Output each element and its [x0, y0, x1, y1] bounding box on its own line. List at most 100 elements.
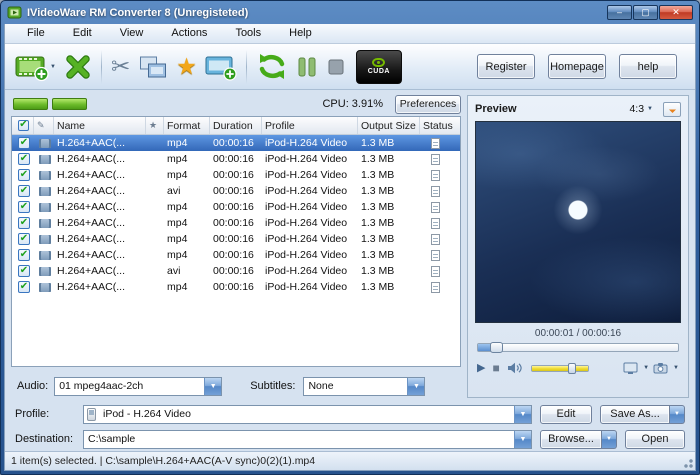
file-duration: 00:00:16 — [210, 231, 262, 247]
row-checkbox[interactable]: ✔ — [18, 153, 30, 165]
table-row[interactable]: ✔ H.264+AAC(... mp4 00:00:16 iPod-H.264 … — [12, 279, 460, 295]
row-checkbox[interactable]: ✔ — [18, 265, 30, 277]
save-as-button[interactable]: Save As... — [600, 405, 670, 424]
homepage-button[interactable]: Homepage — [548, 54, 606, 79]
add-clip-button[interactable] — [201, 47, 241, 87]
dropdown-icon[interactable]: ▼ — [204, 378, 221, 395]
convert-button[interactable] — [252, 47, 292, 87]
table-row[interactable]: ✔ H.264+AAC(... mp4 00:00:16 iPod-H.264 … — [12, 231, 460, 247]
pause-icon — [296, 55, 318, 79]
row-checkbox[interactable]: ✔ — [18, 169, 30, 181]
row-checkbox[interactable]: ✔ — [18, 233, 30, 245]
resize-grip[interactable] — [682, 457, 693, 468]
table-row[interactable]: ✔ H.264+AAC(... mp4 00:00:16 iPod-H.264 … — [12, 167, 460, 183]
file-profile: iPod-H.264 Video — [262, 279, 358, 295]
snapshot-camera-icon[interactable] — [653, 362, 668, 374]
file-name: H.264+AAC(... — [54, 199, 146, 215]
browse-button[interactable]: Browse... — [540, 430, 602, 449]
menu-view[interactable]: View — [106, 25, 158, 42]
row-type-cell — [34, 183, 54, 199]
media-type-icon — [39, 219, 51, 228]
add-video-button[interactable]: ▼ — [11, 47, 60, 87]
row-checkbox[interactable]: ✔ — [18, 185, 30, 197]
table-row[interactable]: ✔ H.264+AAC(... mp4 00:00:16 iPod-H.264 … — [12, 151, 460, 167]
row-checkbox[interactable]: ✔ — [18, 201, 30, 213]
menu-help[interactable]: Help — [275, 25, 326, 42]
toolbar: ▼ ✂ ★ — [5, 44, 695, 90]
file-output-size: 1.3 MB — [358, 247, 420, 263]
table-row[interactable]: ✔ H.264+AAC(... avi 00:00:16 iPod-H.264 … — [12, 263, 460, 279]
remove-button[interactable] — [60, 47, 96, 87]
seek-thumb[interactable] — [490, 342, 503, 353]
save-as-dropdown-icon[interactable]: ▼ — [670, 405, 685, 424]
close-icon[interactable]: ✕ — [659, 5, 693, 20]
menubar: File Edit View Actions Tools Help — [5, 24, 695, 44]
dropdown-icon[interactable]: ▼ — [643, 365, 649, 371]
row-checkbox[interactable]: ✔ — [18, 137, 30, 149]
file-name: H.264+AAC(... — [54, 151, 146, 167]
file-status-cell — [420, 231, 460, 247]
row-checkbox-cell: ✔ — [12, 263, 34, 279]
help-button[interactable]: help — [619, 54, 677, 79]
file-name: H.264+AAC(... — [54, 231, 146, 247]
cut-button[interactable]: ✂ — [107, 47, 134, 87]
select-all-checkbox[interactable]: ✔ — [18, 120, 29, 131]
table-row[interactable]: ✔ H.264+AAC(... mp4 00:00:16 iPod-H.264 … — [12, 215, 460, 231]
register-button[interactable]: Register — [477, 54, 535, 79]
menu-edit[interactable]: Edit — [59, 25, 106, 42]
header-status[interactable]: Status — [420, 117, 460, 134]
check-icon: ✔ — [19, 120, 27, 130]
table-row[interactable]: ✔ H.264+AAC(... mp4 00:00:16 iPod-H.264 … — [12, 135, 460, 151]
header-profile[interactable]: Profile — [262, 117, 358, 134]
row-checkbox[interactable]: ✔ — [18, 217, 30, 229]
aspect-ratio-select[interactable]: 4:3 ▼ — [629, 103, 653, 115]
header-name[interactable]: Name — [54, 117, 146, 134]
seek-slider[interactable] — [477, 343, 679, 352]
minimize-icon[interactable]: – — [607, 5, 632, 20]
menu-actions[interactable]: Actions — [157, 25, 221, 42]
open-button[interactable]: Open — [625, 430, 685, 449]
effects-button[interactable]: ★ — [172, 47, 201, 87]
table-row[interactable]: ✔ H.264+AAC(... avi 00:00:16 iPod-H.264 … — [12, 183, 460, 199]
edit-video-button[interactable] — [134, 47, 172, 87]
profile-select[interactable]: iPod - H.264 Video ▼ — [83, 405, 532, 424]
preferences-button[interactable]: Preferences — [395, 95, 461, 114]
maximize-icon[interactable]: ▢ — [633, 5, 658, 20]
dropdown-icon[interactable]: ▼ — [407, 378, 424, 395]
menu-tools[interactable]: Tools — [221, 25, 275, 42]
dropdown-icon[interactable]: ▼ — [514, 431, 531, 448]
file-profile: iPod-H.264 Video — [262, 215, 358, 231]
file-duration: 00:00:16 — [210, 199, 262, 215]
volume-thumb[interactable] — [568, 363, 576, 374]
header-duration[interactable]: Duration — [210, 117, 262, 134]
browse-dropdown-icon[interactable]: ▼ — [602, 430, 617, 449]
dropdown-icon[interactable]: ▼ — [514, 406, 531, 423]
stop-button[interactable] — [322, 47, 350, 87]
video-preview[interactable] — [475, 121, 681, 323]
header-rating[interactable]: ★ — [146, 117, 164, 134]
audio-select[interactable]: 01 mpeg4aac-2ch ▼ — [54, 377, 222, 396]
edit-profile-button[interactable]: Edit — [540, 405, 592, 424]
header-edit-col[interactable]: ✎ — [34, 117, 54, 134]
add-video-icon — [15, 52, 49, 82]
destination-input[interactable]: C:\sample ▼ — [83, 430, 532, 449]
row-checkbox[interactable]: ✔ — [18, 281, 30, 293]
menu-file[interactable]: File — [13, 25, 59, 42]
stop-playback-button[interactable]: ■ — [492, 362, 499, 374]
header-format[interactable]: Format — [164, 117, 210, 134]
dropdown-icon[interactable]: ▼ — [673, 365, 679, 371]
display-mode-icon[interactable] — [623, 362, 638, 375]
pause-button[interactable] — [292, 47, 322, 87]
speaker-icon[interactable] — [507, 362, 522, 374]
row-checkbox[interactable]: ✔ — [18, 249, 30, 261]
table-row[interactable]: ✔ H.264+AAC(... mp4 00:00:16 iPod-H.264 … — [12, 247, 460, 263]
header-output-size[interactable]: Output Size — [358, 117, 420, 134]
header-checkbox-col[interactable]: ✔ — [12, 117, 34, 134]
table-row[interactable]: ✔ H.264+AAC(... mp4 00:00:16 iPod-H.264 … — [12, 199, 460, 215]
file-profile: iPod-H.264 Video — [262, 167, 358, 183]
subtitles-select[interactable]: None ▼ — [303, 377, 425, 396]
add-video-dropdown-icon[interactable]: ▼ — [50, 64, 56, 70]
play-button[interactable]: ▶ — [477, 363, 485, 374]
volume-slider[interactable] — [531, 365, 589, 372]
popout-preview-button[interactable] — [663, 102, 681, 117]
